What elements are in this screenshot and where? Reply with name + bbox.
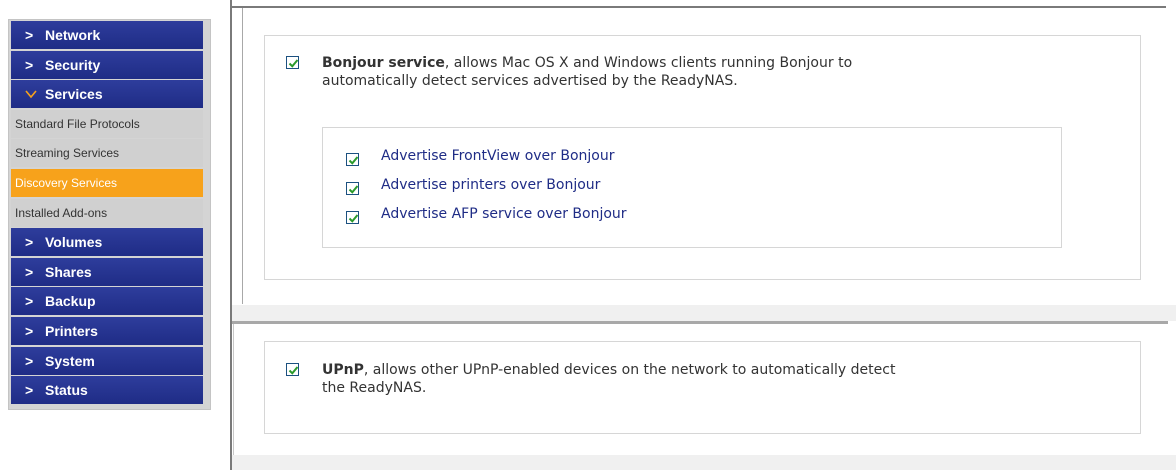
sidebar-item-backup[interactable]: > Backup bbox=[11, 287, 203, 316]
chevron-right-icon: > bbox=[25, 263, 34, 280]
chevron-right-icon: > bbox=[25, 293, 34, 310]
sidebar-item-printers[interactable]: > Printers bbox=[11, 316, 203, 345]
sidebar-subitem-label: Standard File Protocols bbox=[15, 116, 140, 131]
sidebar-item-label: Volumes bbox=[45, 234, 103, 251]
sidebar-item-label: Security bbox=[45, 56, 101, 73]
check-icon bbox=[288, 366, 299, 375]
panel-footer bbox=[232, 455, 1176, 470]
sidebar-item-label: Backup bbox=[45, 293, 96, 310]
check-icon bbox=[348, 214, 359, 223]
sidebar-item-label: Services bbox=[45, 86, 103, 103]
sidebar-item-status[interactable]: > Status bbox=[11, 376, 203, 405]
sidebar-subitem-label: Discovery Services bbox=[15, 175, 118, 190]
advertise-afp-label: Advertise AFP service over Bonjour bbox=[381, 206, 627, 222]
sidebar-nav: > Network > Security Services Standard F… bbox=[8, 19, 211, 410]
sidebar-item-system[interactable]: > System bbox=[11, 346, 203, 375]
chevron-down-icon bbox=[25, 86, 45, 102]
bonjour-description-line2: automatically detect services advertised… bbox=[322, 73, 738, 89]
chevron-right-icon: > bbox=[25, 234, 34, 251]
content-frame-border bbox=[230, 0, 232, 470]
advertise-frontview-checkbox[interactable] bbox=[346, 153, 359, 166]
sidebar-item-label: Printers bbox=[45, 322, 98, 339]
sidebar-item-shares[interactable]: > Shares bbox=[11, 257, 203, 286]
upnp-title: UPnP bbox=[322, 362, 364, 378]
check-icon bbox=[348, 185, 359, 194]
sidebar-item-network[interactable]: > Network bbox=[11, 21, 203, 49]
bonjour-title: Bonjour service bbox=[322, 55, 445, 71]
advertise-printers-label: Advertise printers over Bonjour bbox=[381, 177, 601, 193]
panel-top-border bbox=[230, 6, 1166, 8]
check-icon bbox=[288, 59, 299, 68]
sidebar-subitem-streaming-services[interactable]: Streaming Services bbox=[11, 139, 203, 168]
panel-left-border bbox=[233, 324, 234, 470]
sidebar-item-label: System bbox=[45, 352, 95, 369]
bonjour-description: Bonjour service, allows Mac OS X and Win… bbox=[322, 54, 1082, 90]
sidebar-subitem-label: Installed Add-ons bbox=[15, 205, 108, 220]
sidebar-item-label: Status bbox=[45, 382, 88, 399]
sidebar-item-label: Shares bbox=[45, 263, 92, 280]
sidebar-subitem-discovery-services[interactable]: Discovery Services bbox=[11, 168, 203, 197]
sidebar-subitem-label: Streaming Services bbox=[15, 146, 120, 161]
chevron-right-icon: > bbox=[25, 322, 34, 339]
chevron-right-icon: > bbox=[25, 27, 34, 43]
chevron-right-icon: > bbox=[25, 352, 34, 369]
sidebar-item-security[interactable]: > Security bbox=[11, 50, 203, 79]
panel-left-border bbox=[242, 8, 243, 304]
sidebar-subitem-installed-add-ons[interactable]: Installed Add-ons bbox=[11, 198, 203, 227]
bonjour-checkbox[interactable] bbox=[286, 56, 299, 69]
advertise-frontview-label: Advertise FrontView over Bonjour bbox=[381, 148, 615, 164]
sidebar-subitem-standard-file-protocols[interactable]: Standard File Protocols bbox=[11, 109, 203, 138]
upnp-checkbox[interactable] bbox=[286, 363, 299, 376]
chevron-right-icon: > bbox=[25, 56, 34, 73]
check-icon bbox=[348, 156, 359, 165]
sidebar-item-label: Network bbox=[45, 27, 101, 43]
panel-top-border bbox=[232, 321, 1168, 324]
bonjour-description-line1: , allows Mac OS X and Windows clients ru… bbox=[444, 55, 853, 71]
sidebar-item-services[interactable]: Services bbox=[11, 80, 203, 109]
sidebar-item-volumes[interactable]: > Volumes bbox=[11, 228, 203, 257]
chevron-right-icon: > bbox=[25, 382, 34, 399]
advertise-afp-checkbox[interactable] bbox=[346, 211, 359, 224]
upnp-description: UPnP, allows other UPnP-enabled devices … bbox=[322, 361, 1082, 397]
advertise-printers-checkbox[interactable] bbox=[346, 182, 359, 195]
panel-divider bbox=[232, 305, 1176, 321]
upnp-description-line2: the ReadyNAS. bbox=[322, 380, 427, 396]
upnp-description-line1: , allows other UPnP-enabled devices on t… bbox=[363, 362, 896, 378]
